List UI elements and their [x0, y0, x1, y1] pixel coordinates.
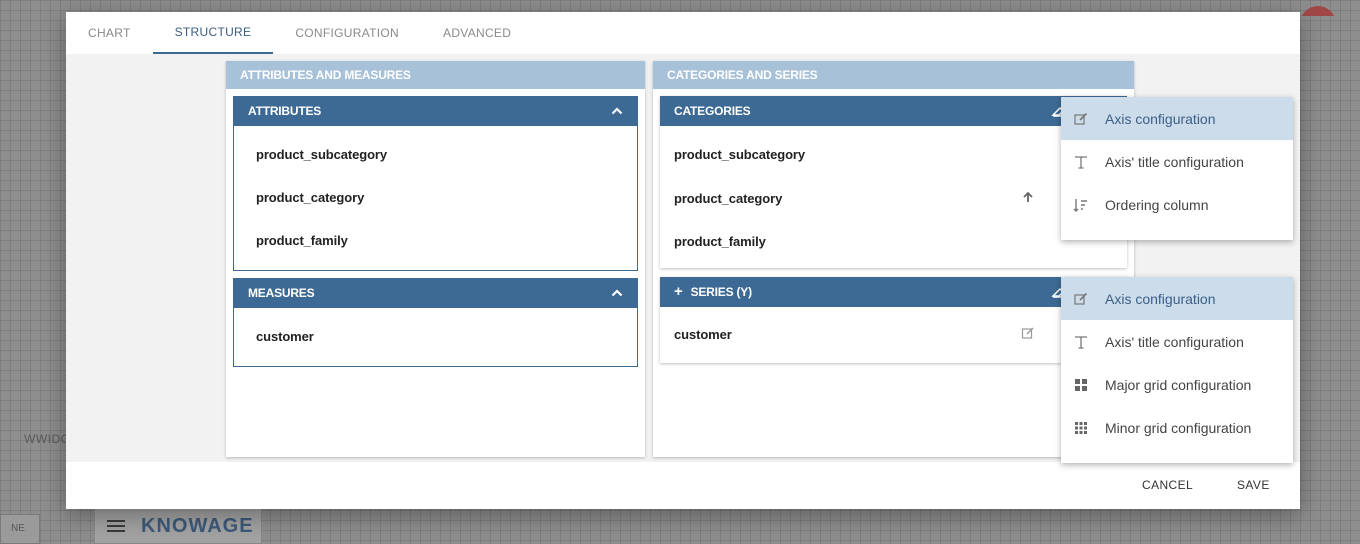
- attribute-item-product-family[interactable]: product_family: [256, 233, 348, 248]
- measure-item-customer[interactable]: customer: [256, 329, 314, 344]
- text-icon: [1075, 335, 1087, 349]
- menu-item-axis-configuration[interactable]: Axis configuration: [1061, 277, 1293, 320]
- grid-large-icon: [1075, 378, 1087, 391]
- menu-item-minor-grid-configuration[interactable]: Minor grid configuration: [1061, 406, 1293, 449]
- tab-chart[interactable]: CHART: [66, 12, 153, 54]
- menu-item-axis-configuration[interactable]: Axis configuration: [1061, 97, 1293, 140]
- categories-panel-title: CATEGORIES: [674, 104, 751, 118]
- attributes-and-measures-header: ATTRIBUTES AND MEASURES: [226, 61, 645, 89]
- measures-panel-header[interactable]: MEASURES: [234, 278, 637, 308]
- grid-small-icon: [1075, 421, 1087, 434]
- category-item-product-category[interactable]: product_category: [674, 191, 782, 206]
- menu-item-axis-title-configuration[interactable]: Axis' title configuration: [1061, 320, 1293, 363]
- attributes-panel: ATTRIBUTES product_subcategory product_c…: [233, 96, 638, 271]
- background-toolbar: KNOWAGE: [94, 508, 262, 544]
- series-item-customer[interactable]: customer: [674, 327, 732, 342]
- menu-item-label: Ordering column: [1105, 196, 1209, 213]
- tab-advanced[interactable]: ADVANCED: [421, 12, 533, 54]
- chevron-up-icon[interactable]: [611, 105, 623, 117]
- hamburger-menu-icon: [107, 520, 125, 532]
- edit-icon: [1074, 292, 1088, 305]
- knowage-logo: KNOWAGE: [141, 514, 254, 537]
- chart-editor-dialog: CHART STRUCTURE CONFIGURATION ADVANCED A…: [66, 12, 1300, 509]
- menu-item-label: Axis configuration: [1105, 110, 1216, 127]
- attributes-and-measures-column: ATTRIBUTES AND MEASURES ATTRIBUTES produ…: [226, 61, 645, 457]
- menu-item-label: Axis configuration: [1105, 290, 1216, 307]
- category-item-product-family[interactable]: product_family: [674, 234, 766, 249]
- categories-options-menu: Axis configuration Axis' title configura…: [1061, 97, 1293, 240]
- tab-configuration[interactable]: CONFIGURATION: [273, 12, 421, 54]
- series-options-menu: Axis configuration Axis' title configura…: [1061, 277, 1293, 463]
- arrow-up-icon[interactable]: [1021, 190, 1035, 204]
- save-button[interactable]: SAVE: [1237, 478, 1270, 492]
- categories-panel: CATEGORIES product_subcategory product_c…: [660, 96, 1127, 268]
- categories-and-series-header: CATEGORIES AND SERIES: [653, 61, 1134, 89]
- cancel-button[interactable]: CANCEL: [1142, 478, 1193, 492]
- attributes-panel-header[interactable]: ATTRIBUTES: [234, 96, 637, 126]
- add-series-icon[interactable]: +: [674, 284, 683, 299]
- dialog-tabs: CHART STRUCTURE CONFIGURATION ADVANCED: [66, 12, 533, 54]
- categories-panel-header: CATEGORIES: [660, 96, 1127, 126]
- menu-item-major-grid-configuration[interactable]: Major grid configuration: [1061, 363, 1293, 406]
- menu-item-axis-title-configuration[interactable]: Axis' title configuration: [1061, 140, 1293, 183]
- menu-item-ordering-column[interactable]: Ordering column: [1061, 183, 1293, 226]
- background-widget-label: WWIDG: [24, 432, 71, 446]
- menu-item-label: Minor grid configuration: [1105, 419, 1252, 436]
- series-panel-header: + SERIES (Y): [660, 277, 1127, 307]
- attribute-item-product-subcategory[interactable]: product_subcategory: [256, 147, 387, 162]
- sort-icon: [1073, 198, 1087, 212]
- series-panel: + SERIES (Y) customer: [660, 277, 1127, 363]
- tab-structure[interactable]: STRUCTURE: [152, 12, 274, 54]
- background-corner-label: NE: [11, 523, 25, 534]
- menu-item-label: Major grid configuration: [1105, 376, 1252, 393]
- edit-icon: [1074, 112, 1088, 125]
- chevron-up-icon[interactable]: [611, 287, 623, 299]
- menu-item-label: Axis' title configuration: [1105, 153, 1244, 170]
- edit-icon[interactable]: [1021, 326, 1035, 340]
- attributes-panel-title: ATTRIBUTES: [248, 104, 322, 118]
- attribute-item-product-category[interactable]: product_category: [256, 190, 364, 205]
- background-corner-box: NE: [0, 514, 40, 544]
- menu-item-label: Axis' title configuration: [1105, 333, 1244, 350]
- category-item-product-subcategory[interactable]: product_subcategory: [674, 147, 805, 162]
- measures-panel: MEASURES customer: [233, 278, 638, 367]
- series-panel-title: SERIES (Y): [690, 285, 753, 299]
- measures-panel-title: MEASURES: [248, 286, 315, 300]
- text-icon: [1075, 155, 1087, 169]
